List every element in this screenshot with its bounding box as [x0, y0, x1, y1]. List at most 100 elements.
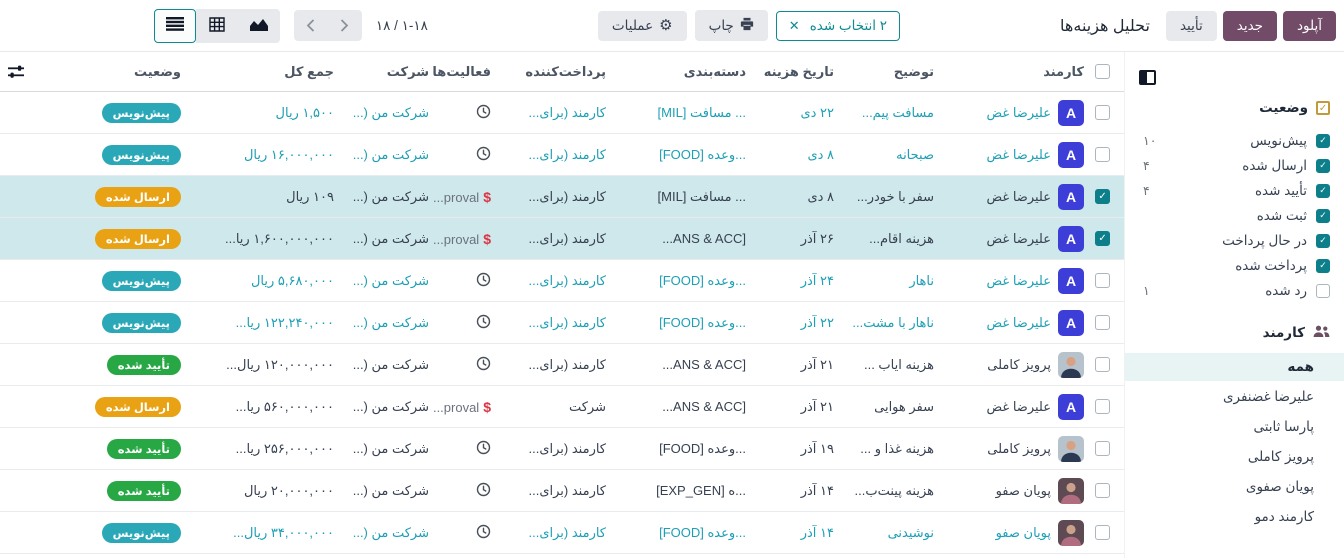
status-filter-checkbox[interactable]: ✓ — [1316, 158, 1330, 173]
employee-name: پویان صفو — [995, 524, 1051, 540]
activity-cell[interactable]: $...proval — [433, 189, 495, 205]
column-header-activities[interactable]: فعالیت‌ها — [433, 64, 495, 80]
print-button[interactable]: چاپ — [694, 10, 768, 41]
table-row[interactable]: ✓ A علیرضا غض سفر با خودر... ۸ دی [MIL] … — [0, 176, 1124, 218]
status-filter-checkbox[interactable]: ✓ — [1316, 208, 1330, 223]
actions-button[interactable]: ⚙ عملیات — [597, 10, 687, 41]
pager-next-icon[interactable] — [328, 10, 362, 41]
employee-filter-item[interactable]: پویان صفوی — [1125, 473, 1344, 501]
employee-filter-item[interactable]: همه — [1125, 353, 1344, 381]
expense-category: ...ANS & ACC] — [662, 357, 746, 372]
row-checkbox[interactable] — [1095, 399, 1110, 414]
employees-icon — [1313, 325, 1330, 341]
list-view-button[interactable] — [153, 8, 196, 43]
row-checkbox[interactable]: ✓ — [1095, 189, 1110, 204]
row-checkbox[interactable]: ✓ — [1095, 231, 1110, 246]
expense-date: ۱۴ آذر — [800, 524, 834, 540]
total-amount: ۱۲۰,۰۰۰,۰۰۰ ریال... — [226, 356, 334, 372]
expense-category: [MIL] مسافت ... — [657, 104, 746, 120]
graph-view-button[interactable] — [237, 8, 280, 43]
new-button[interactable]: جدید — [1222, 10, 1278, 41]
total-amount: ۱۰۹ ریال — [286, 188, 334, 204]
employee-name: علیرضا غض — [986, 146, 1052, 162]
table-row[interactable]: ✓ A علیرضا غض هزینه اقام... ۲۶ آذر ...AN… — [0, 218, 1124, 260]
clock-activity-icon[interactable] — [433, 356, 495, 374]
row-checkbox[interactable] — [1095, 441, 1110, 456]
row-checkbox[interactable] — [1095, 525, 1110, 540]
table-row[interactable]: A علیرضا غض صبحانه ۸ دی [FOOD] وعده... ک… — [0, 134, 1124, 176]
total-amount: ۲۵۶,۰۰۰,۰۰۰ ریا... — [235, 440, 334, 456]
paid-by: کارمند (برای... — [528, 482, 607, 498]
pivot-view-button[interactable] — [195, 8, 238, 43]
table-row[interactable]: A علیرضا غض ناهار ۲۴ آذر [FOOD] وعده... … — [0, 260, 1124, 302]
clock-activity-icon[interactable] — [433, 272, 495, 290]
clock-activity-icon[interactable] — [433, 482, 495, 500]
clock-activity-icon[interactable] — [433, 146, 495, 164]
clock-activity-icon[interactable] — [433, 104, 495, 122]
upload-button[interactable]: آپلود — [1283, 10, 1336, 41]
status-badge: تأیید شده — [106, 438, 181, 459]
column-header-total[interactable]: جمع کل — [193, 64, 338, 80]
employee-filter-item[interactable]: کارمند دمو — [1125, 503, 1344, 531]
column-header-company[interactable]: شرکت — [338, 64, 433, 80]
table-row[interactable]: پویان صفو هزینه پینت‌ب... ۱۴ آذر [EXP_GE… — [0, 470, 1124, 512]
status-filter-list: ✓ پیش‌نویس ۱۰ ✓ ارسال شده ۴ ✓ تأیید شده ۴ ✓ ثبت شد… — [1125, 128, 1344, 303]
column-header-date[interactable]: تاریخ هزینه — [750, 64, 838, 80]
avatar: A — [1058, 141, 1084, 168]
row-checkbox[interactable] — [1095, 105, 1110, 120]
status-filter-checkbox[interactable]: ✓ — [1316, 183, 1330, 198]
employee-filter-item[interactable]: پارسا ثابتی — [1125, 413, 1344, 441]
employee-name: علیرضا غض — [986, 314, 1052, 330]
status-filter-item[interactable]: ✓ ثبت شده — [1125, 203, 1344, 228]
status-badge: پیش‌نویس — [101, 312, 181, 333]
optional-columns-icon[interactable] — [0, 65, 73, 79]
pager-previous-icon[interactable] — [294, 10, 328, 41]
status-filter-checkbox[interactable]: ✓ — [1316, 133, 1330, 148]
column-header-status[interactable]: وضعیت — [73, 64, 193, 80]
clock-activity-icon[interactable] — [433, 314, 495, 332]
approve-button[interactable]: تأیید — [1165, 10, 1217, 41]
activity-label: ...proval — [433, 231, 480, 247]
status-filter-checkbox[interactable]: ✓ — [1316, 258, 1330, 273]
column-header-employee[interactable]: کارمند — [938, 64, 1088, 80]
sidebar-toggle-icon[interactable] — [1139, 70, 1156, 85]
clock-activity-icon[interactable] — [433, 440, 495, 458]
avatar — [1058, 351, 1084, 378]
clear-selection-icon[interactable]: ✕ — [789, 19, 800, 32]
table-row[interactable]: پویان صفو نوشیدنی ۱۴ آذر [FOOD] وعده... … — [0, 512, 1124, 554]
table-row[interactable]: پرویز کاملی هزینه غذا و ... ۱۹ آذر [FOOD… — [0, 428, 1124, 470]
table-row[interactable]: پرویز کاملی هزینه ایاب ... ۲۱ آذر ...ANS… — [0, 344, 1124, 386]
expense-description: ناهار با مشت... — [852, 314, 934, 330]
row-checkbox[interactable] — [1095, 483, 1110, 498]
status-filter-item[interactable]: ✓ پیش‌نویس ۱۰ — [1125, 128, 1344, 153]
status-filter-item[interactable]: ✓ پرداخت شده — [1125, 253, 1344, 278]
column-header-paid-by[interactable]: پرداخت‌کننده — [495, 64, 610, 80]
activity-cell[interactable]: $...proval — [433, 231, 495, 247]
expense-category: ...ANS & ACC] — [662, 399, 746, 414]
row-checkbox[interactable] — [1095, 147, 1110, 162]
employee-filter-item[interactable]: پرویز کاملی — [1125, 443, 1344, 471]
activity-cell[interactable]: $...proval — [433, 399, 495, 415]
row-checkbox[interactable] — [1095, 315, 1110, 330]
status-filter-item[interactable]: ✓ تأیید شده ۴ — [1125, 178, 1344, 203]
status-filter-checkbox[interactable] — [1316, 283, 1330, 298]
employee-name: علیرضا غض — [986, 188, 1052, 204]
employee-section-title: کارمند — [1262, 325, 1305, 340]
column-header-description[interactable]: توضیح — [838, 64, 938, 80]
top-bar: آپلود جدید تأیید تحلیل هزینه‌ها ۲ انتخاب… — [0, 0, 1344, 52]
column-header-category[interactable]: دسته‌بندی — [610, 64, 750, 80]
table-row[interactable]: A علیرضا غض سفر هوایی ۲۱ آذر ...ANS & AC… — [0, 386, 1124, 428]
status-badge: ارسال شده — [94, 396, 181, 417]
status-filter-item[interactable]: ✓ ارسال شده ۴ — [1125, 153, 1344, 178]
table-row[interactable]: A علیرضا غض ناهار با مشت... ۲۲ آذر [FOOD… — [0, 302, 1124, 344]
row-checkbox[interactable] — [1095, 357, 1110, 372]
clock-activity-icon[interactable] — [433, 524, 495, 542]
row-checkbox[interactable] — [1095, 273, 1110, 288]
status-filter-item[interactable]: ✓ در حال پرداخت — [1125, 228, 1344, 253]
employee-filter-item[interactable]: علیرضا غضنفری — [1125, 383, 1344, 411]
status-filter-checkbox[interactable]: ✓ — [1316, 233, 1330, 248]
table-header-row: کارمند توضیح تاریخ هزینه دسته‌بندی پرداخ… — [0, 52, 1124, 92]
status-filter-item[interactable]: رد شده ۱ — [1125, 278, 1344, 303]
table-row[interactable]: A علیرضا غض مسافت پیم... ۲۲ دی [MIL] مسا… — [0, 92, 1124, 134]
select-all-checkbox[interactable] — [1095, 64, 1110, 79]
